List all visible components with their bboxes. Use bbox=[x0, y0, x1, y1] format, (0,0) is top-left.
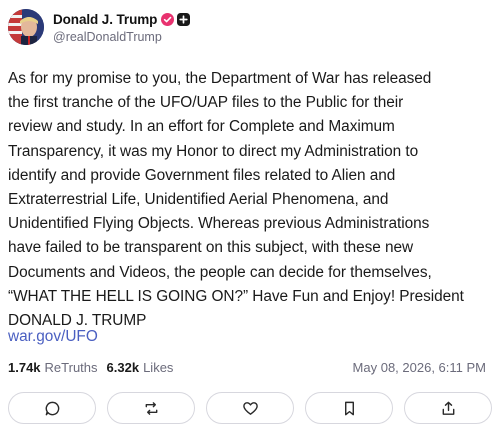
share-icon bbox=[442, 401, 454, 415]
user-handle[interactable]: @realDonaldTrump bbox=[53, 30, 190, 44]
reply-button[interactable] bbox=[8, 392, 96, 424]
post-body-text: As for my promise to you, the Department… bbox=[8, 70, 464, 330]
retruth-button[interactable] bbox=[107, 392, 195, 424]
post-timestamp[interactable]: May 08, 2026, 6:11 PM bbox=[353, 360, 486, 375]
retruth-icon bbox=[145, 401, 157, 415]
profile-avatar[interactable] bbox=[8, 9, 44, 45]
share-button[interactable] bbox=[404, 392, 492, 424]
like-button[interactable] bbox=[206, 392, 294, 424]
retruths-label[interactable]: ReTruths bbox=[45, 360, 98, 375]
bookmark-icon bbox=[344, 401, 354, 415]
reply-icon bbox=[45, 401, 59, 415]
retruths-count[interactable]: 1.74k bbox=[8, 360, 41, 375]
bookmark-button[interactable] bbox=[305, 392, 393, 424]
display-name[interactable]: Donald J. Trump bbox=[53, 12, 157, 27]
likes-count[interactable]: 6.32k bbox=[107, 360, 140, 375]
plus-badge-icon bbox=[177, 12, 191, 26]
post-link[interactable]: war.gov/UFO bbox=[8, 328, 98, 346]
author-names: Donald J. Trump @realDonaldTrump bbox=[53, 10, 191, 44]
post-stats: 1.74k ReTruths 6.32k Likes May 08, 2026,… bbox=[8, 357, 486, 377]
verified-badge-icon bbox=[161, 12, 175, 26]
name-row: Donald J. Trump bbox=[53, 10, 191, 28]
like-icon bbox=[242, 401, 258, 415]
likes-label[interactable]: Likes bbox=[143, 360, 173, 375]
action-bar bbox=[8, 392, 492, 424]
post-header: Donald J. Trump @realDonaldTrump bbox=[8, 7, 488, 47]
